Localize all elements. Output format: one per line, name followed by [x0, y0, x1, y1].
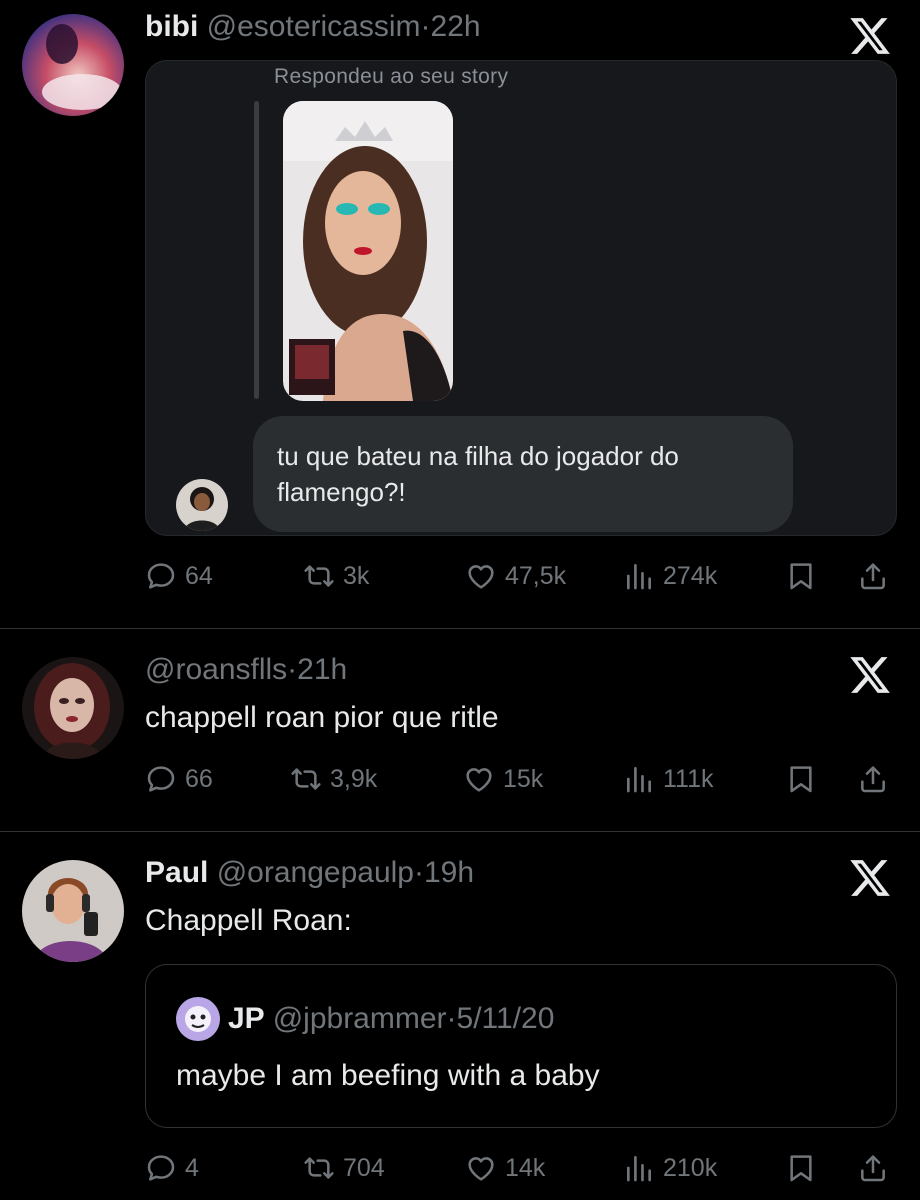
- reply-count: 64: [185, 561, 213, 590]
- x-logo-icon: [848, 856, 892, 900]
- reply-bubble: tu que bateu na filha do jogador do flam…: [253, 416, 793, 532]
- views-button[interactable]: 210k: [623, 1148, 717, 1188]
- repost-button[interactable]: 704: [303, 1148, 385, 1188]
- repost-icon: [303, 560, 335, 592]
- like-button[interactable]: 47,5k: [465, 556, 566, 596]
- action-bar: 64 3k 47,5k 274k: [145, 556, 895, 596]
- reply-count: 4: [185, 1153, 199, 1182]
- quote-timestamp[interactable]: 5/11/20: [457, 1002, 555, 1035]
- bookmark-button[interactable]: [785, 759, 817, 799]
- repost-count: 704: [343, 1153, 385, 1182]
- quote-avatar: [176, 997, 220, 1041]
- story-photo: [283, 101, 453, 401]
- action-bar: 4 704 14k 210k: [145, 1148, 895, 1188]
- quote-header: JP @jpbrammer·5/11/20: [176, 997, 554, 1041]
- reply-icon: [145, 1152, 177, 1184]
- views-button[interactable]: 111k: [623, 759, 714, 799]
- reply-button[interactable]: 4: [145, 1148, 199, 1188]
- post-header: @roansflls·21h: [145, 653, 347, 687]
- repost-count: 3k: [343, 561, 370, 590]
- avatar[interactable]: [22, 860, 124, 962]
- repost-button[interactable]: 3,9k: [290, 759, 377, 799]
- like-count: 15k: [503, 764, 544, 793]
- quote-text: maybe I am beefing with a baby: [176, 1059, 600, 1092]
- views-button[interactable]: 274k: [623, 556, 717, 596]
- share-button[interactable]: [857, 556, 889, 596]
- reply-button[interactable]: 64: [145, 556, 213, 596]
- like-icon: [465, 560, 497, 592]
- views-icon: [623, 1152, 655, 1184]
- quote-handle[interactable]: @jpbrammer: [273, 1002, 447, 1035]
- bookmark-icon: [785, 560, 817, 592]
- post-header: bibi @esotericassim·22h: [145, 10, 481, 44]
- quote-display-name[interactable]: JP: [228, 1002, 265, 1036]
- share-icon: [857, 560, 889, 592]
- separator-dot: ·: [420, 10, 431, 43]
- separator-dot: ·: [413, 856, 424, 889]
- share-button[interactable]: [857, 1148, 889, 1188]
- reply-icon: [145, 763, 177, 795]
- separator-dot: ·: [446, 1002, 457, 1035]
- bookmark-button[interactable]: [785, 1148, 817, 1188]
- like-icon: [465, 1152, 497, 1184]
- bookmark-icon: [785, 1152, 817, 1184]
- timestamp[interactable]: 21h: [297, 653, 347, 686]
- repost-icon: [303, 1152, 335, 1184]
- user-handle[interactable]: @esotericassim: [207, 10, 421, 43]
- post-bibi[interactable]: bibi @esotericassim·22h Respondeu ao seu…: [0, 0, 920, 628]
- display-name[interactable]: bibi: [145, 10, 198, 43]
- like-button[interactable]: 15k: [463, 759, 543, 799]
- avatar-image: [22, 14, 124, 116]
- repost-count: 3,9k: [330, 764, 378, 793]
- share-button[interactable]: [857, 759, 889, 799]
- views-icon: [623, 560, 655, 592]
- timestamp[interactable]: 22h: [431, 10, 481, 43]
- repost-icon: [290, 763, 322, 795]
- bookmark-icon: [785, 763, 817, 795]
- like-count: 14k: [505, 1153, 546, 1182]
- share-icon: [857, 763, 889, 795]
- x-logo-icon: [848, 14, 892, 58]
- bookmark-button[interactable]: [785, 556, 817, 596]
- story-caption: Respondeu ao seu story: [274, 65, 509, 88]
- views-icon: [623, 763, 655, 795]
- reply-button[interactable]: 66: [145, 759, 213, 799]
- story-quote-bar: [254, 101, 259, 399]
- post-roansflls[interactable]: @roansflls·21h chappell roan pior que ri…: [0, 629, 920, 831]
- share-icon: [857, 1152, 889, 1184]
- quote-card[interactable]: JP @jpbrammer·5/11/20 maybe I am beefing…: [145, 964, 897, 1128]
- display-name[interactable]: Paul: [145, 856, 208, 889]
- story-reply-card[interactable]: Respondeu ao seu story tu que bateu na f…: [145, 60, 897, 536]
- post-orangepaulp[interactable]: Paul @orangepaulp·19h Chappell Roan: JP …: [0, 832, 920, 1200]
- x-logo-icon: [848, 653, 892, 697]
- reply-count: 66: [185, 764, 213, 793]
- avatar-image: [22, 657, 124, 759]
- like-count: 47,5k: [505, 561, 567, 590]
- avatar[interactable]: [22, 657, 124, 759]
- post-header: Paul @orangepaulp·19h: [145, 856, 474, 890]
- separator-dot: ·: [287, 653, 298, 686]
- like-button[interactable]: 14k: [465, 1148, 545, 1188]
- reply-icon: [145, 560, 177, 592]
- user-handle[interactable]: @orangepaulp: [217, 856, 414, 889]
- avatar[interactable]: [22, 14, 124, 116]
- story-image[interactable]: [283, 101, 453, 401]
- user-handle[interactable]: @roansflls: [145, 653, 287, 686]
- views-count: 274k: [663, 561, 718, 590]
- action-bar: 66 3,9k 15k 111k: [145, 759, 895, 799]
- timestamp[interactable]: 19h: [424, 856, 474, 889]
- post-text: Chappell Roan:: [145, 904, 352, 937]
- reply-author-avatar: [176, 479, 228, 531]
- repost-button[interactable]: 3k: [303, 556, 369, 596]
- views-count: 210k: [663, 1153, 718, 1182]
- post-text: chappell roan pior que ritle: [145, 701, 499, 734]
- avatar-image: [22, 860, 124, 962]
- like-icon: [463, 763, 495, 795]
- views-count: 111k: [663, 764, 714, 793]
